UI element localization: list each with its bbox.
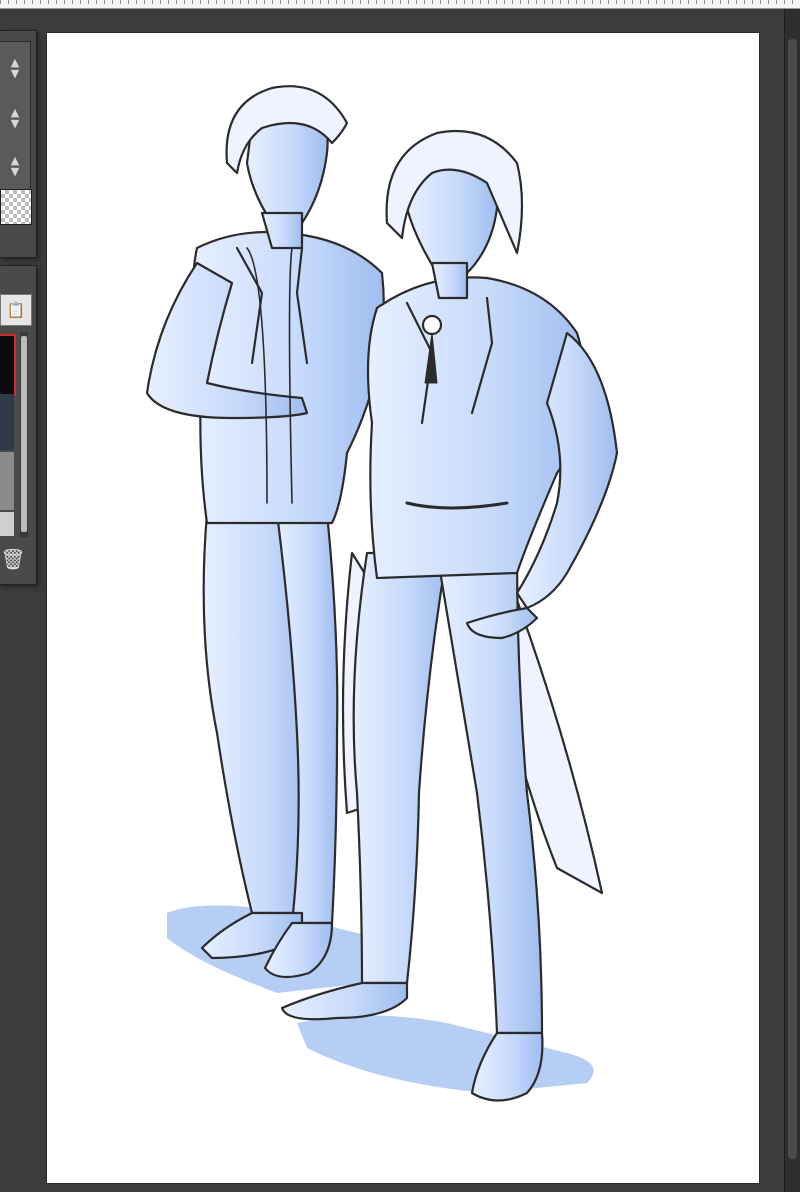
layer-scrollbar-thumb[interactable] — [21, 336, 27, 532]
canvas-artwork — [145, 85, 619, 1102]
tool-property-panel: ▲ ▼ ▲ ▼ ▲ ▼ — [0, 30, 37, 258]
top-ruler — [0, 0, 800, 9]
layer-row[interactable] — [0, 452, 14, 510]
layer-panel: 📋 🗑 — [0, 265, 37, 585]
stepper-2[interactable]: ▲ ▼ — [4, 104, 26, 134]
layer-list-scrollbar[interactable] — [20, 332, 28, 537]
stepper-1[interactable]: ▲ ▼ — [4, 54, 26, 84]
chevron-down-icon[interactable]: ▼ — [11, 68, 19, 80]
canvas-workspace[interactable] — [0, 9, 800, 1192]
layer-property-icon[interactable]: 📋 — [0, 294, 32, 326]
layer-thumbnail-selected[interactable] — [0, 334, 16, 396]
chevron-down-icon[interactable]: ▼ — [11, 166, 19, 178]
chevron-down-icon[interactable]: ▼ — [11, 118, 19, 130]
vertical-scrollbar[interactable] — [784, 9, 800, 1192]
layer-row[interactable] — [0, 512, 14, 536]
figure-left — [145, 85, 385, 979]
stepper-group: ▲ ▼ ▲ ▼ ▲ ▼ — [0, 41, 31, 213]
layer-row[interactable] — [0, 394, 14, 450]
scrollbar-thumb[interactable] — [788, 39, 797, 1159]
stepper-3[interactable]: ▲ ▼ — [4, 152, 26, 182]
checkerboard-icon[interactable] — [0, 189, 32, 225]
trash-icon[interactable]: 🗑 — [0, 542, 26, 576]
